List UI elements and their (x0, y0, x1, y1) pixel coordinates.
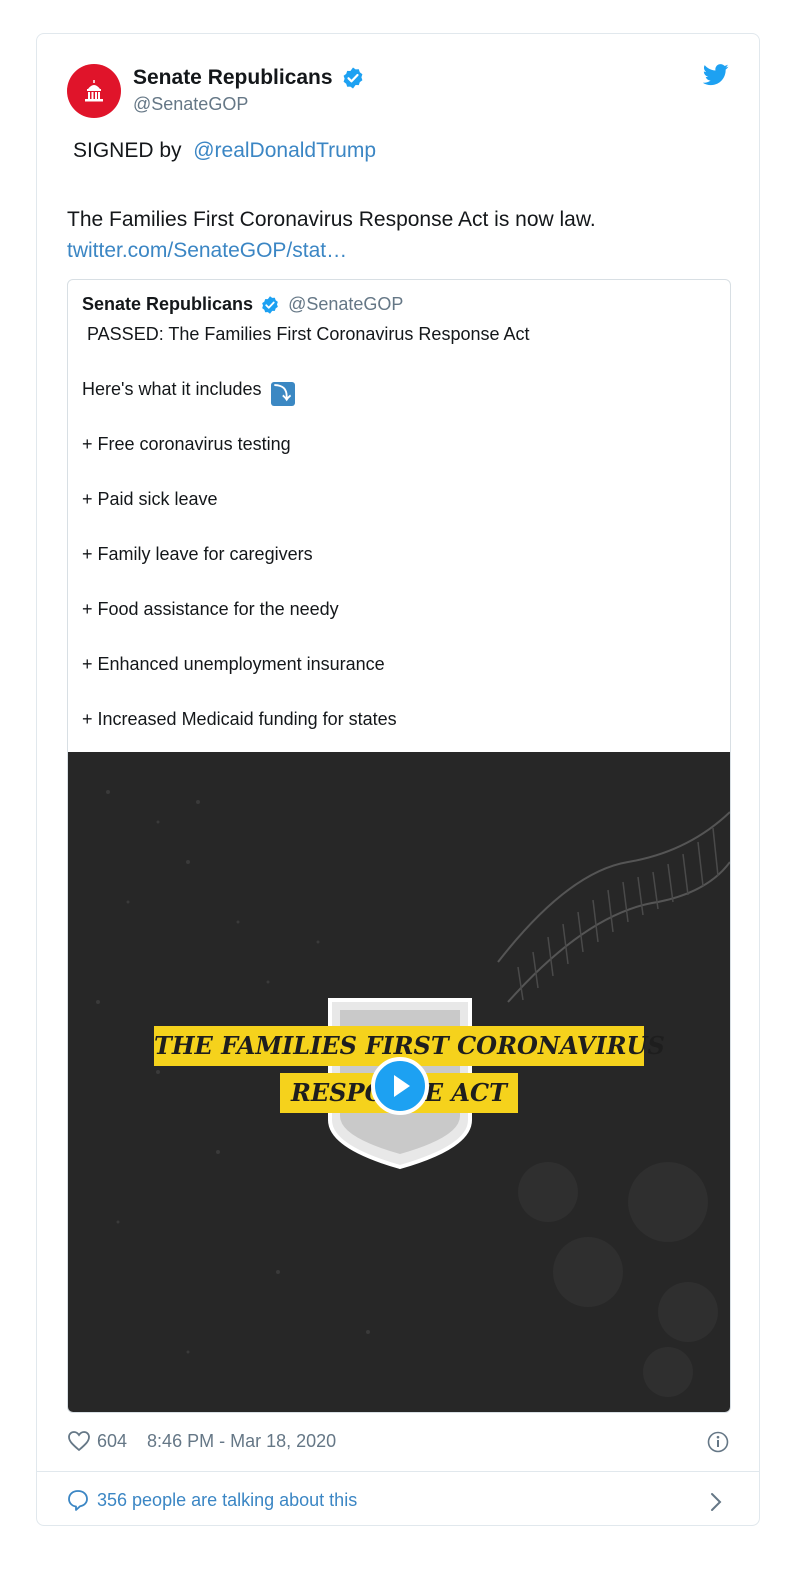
quoted-line: + Enhanced unemployment insurance (82, 654, 385, 674)
quoted-author-handle: @SenateGOP (288, 294, 404, 314)
tweet-body: The Families First Coronavirus Response … (67, 204, 596, 266)
video-player[interactable]: THE FAMILIES FIRST CORONAVIRUS RESPONSE … (68, 752, 730, 1412)
twitter-bird-icon[interactable] (703, 64, 729, 86)
quoted-line-text: Here's what it includes (82, 379, 267, 399)
author-name-text: Senate Republicans (133, 66, 333, 89)
embedded-tweet: Senate Republicans @SenateGOP SIGNED by … (36, 33, 760, 1526)
timestamp[interactable]: 8:46 PM - Mar 18, 2020 (147, 1431, 336, 1452)
verified-icon (343, 67, 362, 89)
quoted-tweet[interactable]: Senate Republicans @SenateGOP PASSED: Th… (67, 279, 731, 1413)
comment-icon (68, 1490, 88, 1511)
quoted-line: + Increased Medicaid funding for states (82, 709, 397, 729)
conversation-link[interactable]: 356 people are talking about this (67, 1489, 357, 1511)
capitol-icon (85, 80, 103, 102)
divider (37, 1471, 759, 1472)
signed-prefix: SIGNED by (73, 139, 188, 162)
quoted-line: + Free coronavirus testing (82, 434, 291, 454)
tweet-text: The Families First Coronavirus Response … (67, 208, 596, 231)
quoted-line: + Family leave for caregivers (82, 544, 313, 564)
mention-link[interactable]: @realDonaldTrump (193, 139, 376, 162)
quoted-line: + Paid sick leave (82, 489, 218, 509)
quoted-line: Here's what it includes ⤵ (82, 379, 295, 406)
author-handle[interactable]: @SenateGOP (133, 94, 248, 115)
tweet-link[interactable]: twitter.com/SenateGOP/stat… (67, 235, 596, 266)
arrow-down-right-icon: ⤵ (270, 382, 295, 406)
info-icon[interactable] (707, 1431, 729, 1453)
play-button[interactable] (371, 1057, 429, 1115)
like-count[interactable]: 604 (97, 1431, 127, 1452)
verified-icon (262, 295, 278, 314)
chevron-right-icon[interactable] (709, 1491, 723, 1513)
quoted-author-name: Senate Republicans (82, 294, 254, 314)
conversation-text: 356 people are talking about this (97, 1489, 358, 1510)
play-icon (394, 1075, 410, 1097)
signed-line: SIGNED by @realDonaldTrump (73, 139, 376, 163)
quoted-line: + Food assistance for the needy (82, 599, 339, 619)
tweet-meta: 604 8:46 PM - Mar 18, 2020 (67, 1430, 336, 1452)
author-name[interactable]: Senate Republicans (133, 66, 365, 90)
quoted-tweet-header: Senate Republicans @SenateGOP (82, 294, 403, 315)
quoted-line: PASSED: The Families First Coronavirus R… (82, 324, 530, 344)
avatar[interactable] (67, 64, 121, 118)
heart-icon[interactable] (67, 1430, 91, 1452)
